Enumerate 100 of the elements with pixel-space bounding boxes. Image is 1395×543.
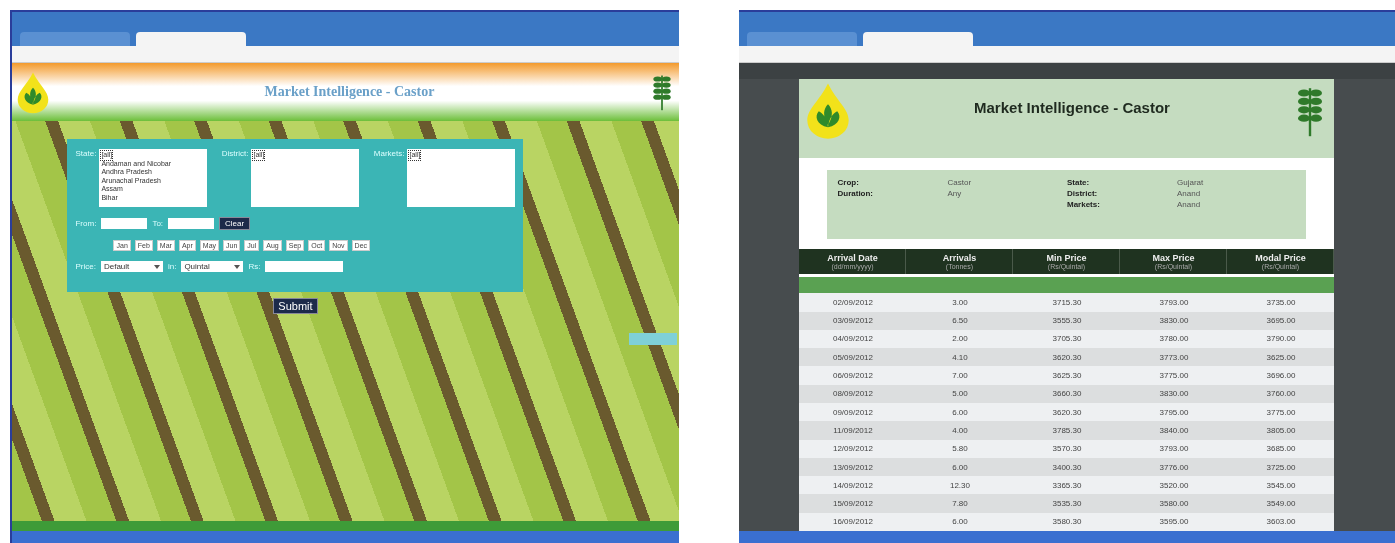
table-cell: 3400.30	[1052, 462, 1082, 472]
caret-icon	[153, 264, 160, 269]
feedback-tab[interactable]	[629, 333, 677, 345]
table-cell: 6.50	[952, 316, 968, 326]
table-cell: 3685.00	[1266, 444, 1296, 454]
table-cell: 3580.30	[1052, 517, 1082, 527]
submit-button[interactable]: Submit	[273, 298, 318, 314]
price-field[interactable]	[265, 261, 344, 272]
table-cell: 16/09/2012	[832, 517, 873, 527]
table-cell: 3830.00	[1159, 316, 1189, 326]
leaf-logo-icon	[16, 70, 50, 114]
table-cell: 3620.30	[1052, 407, 1082, 417]
table-cell: 3545.00	[1266, 480, 1296, 490]
table-cell: 3.00	[952, 297, 968, 307]
table-cell: 5.80	[952, 444, 968, 454]
info-value: Castor	[947, 177, 973, 187]
table-cell: 3705.30	[1052, 334, 1082, 344]
date-field[interactable]	[168, 218, 215, 229]
price-dropdown[interactable]: Default	[100, 261, 163, 272]
date-field[interactable]	[101, 218, 148, 229]
table-cell: 06/09/2012	[832, 371, 873, 381]
table-cell: 3570.30	[1052, 444, 1082, 454]
table-cell: 3520.00	[1159, 480, 1189, 490]
info-label: Crop:	[837, 177, 860, 187]
table-cell: 2.00	[952, 334, 968, 344]
column-title: Min Price	[1046, 253, 1087, 264]
table-cell: 3776.00	[1159, 462, 1189, 472]
table-cell: 6.00	[952, 517, 968, 527]
info-value: Any	[947, 188, 963, 198]
table-cell: 6.00	[952, 407, 968, 417]
table-cell: 02/09/2012	[832, 297, 873, 307]
field-label: From:	[75, 219, 97, 228]
info-value: Gujarat	[1177, 177, 1205, 187]
table-cell: 3773.00	[1159, 352, 1189, 362]
leaf-logo-icon	[805, 81, 852, 139]
table-cell: 3760.00	[1266, 389, 1296, 399]
table-cell: 08/09/2012	[832, 389, 873, 399]
table-cell: 3549.00	[1266, 499, 1296, 509]
field-label: Markets:	[373, 149, 405, 160]
table-cell: 4.00	[952, 425, 968, 435]
info-value: Anand	[1177, 199, 1202, 209]
browser-tab[interactable]	[747, 32, 857, 46]
table-cell: 3780.00	[1159, 334, 1189, 344]
table-cell: 7.80	[952, 499, 968, 509]
table-cell: 14/09/2012	[832, 480, 873, 490]
table-cell: 7.00	[952, 371, 968, 381]
table-cell: 3696.00	[1266, 371, 1296, 381]
page-title: Market Intelligence - Castor	[264, 84, 435, 100]
caret-icon	[234, 264, 241, 269]
table-cell: 3775.00	[1159, 371, 1189, 381]
table-cell: 5.00	[952, 389, 968, 399]
table-cell: 05/09/2012	[832, 352, 873, 362]
table-cell: 3620.30	[1052, 352, 1082, 362]
address-bar[interactable]	[12, 46, 679, 63]
column-title: Max Price	[1152, 253, 1195, 264]
table-cell: 3535.30	[1052, 499, 1082, 509]
field-label: Price:	[75, 262, 96, 271]
field-label: Rs:	[248, 262, 261, 271]
table-cell: 12/09/2012	[832, 444, 873, 454]
column-title: Arrivals	[942, 253, 977, 264]
table-cell: 3555.30	[1052, 316, 1082, 326]
table-cell: 13/09/2012	[832, 462, 873, 472]
info-value: Anand	[1177, 188, 1202, 198]
column-title: Arrival Date	[827, 253, 878, 264]
table-cell: 3830.00	[1159, 389, 1189, 399]
table-cell: 3735.00	[1266, 297, 1296, 307]
table-cell: 3840.00	[1159, 425, 1189, 435]
browser-tab[interactable]	[20, 32, 130, 46]
table-cell: 3695.00	[1266, 316, 1296, 326]
table-cell: 3603.00	[1266, 517, 1296, 527]
browser-tab[interactable]	[136, 32, 246, 46]
field-label: in:	[167, 262, 177, 271]
table-cell: 4.10	[952, 352, 968, 362]
table-cell: 3715.30	[1052, 297, 1082, 307]
table-cell: 15/09/2012	[832, 499, 873, 509]
clear-button[interactable]: Clear	[219, 217, 251, 230]
table-cell: 03/09/2012	[832, 316, 873, 326]
address-bar[interactable]	[739, 46, 1395, 63]
table-cell: 3775.00	[1266, 407, 1296, 417]
table-cell: 3625.30	[1052, 371, 1082, 381]
table-cell: 3725.00	[1266, 462, 1296, 472]
table-cell: 3660.30	[1052, 389, 1082, 399]
field-label: District:	[221, 149, 249, 160]
info-label: Markets:	[1067, 199, 1101, 209]
table-cell: 3365.30	[1052, 480, 1082, 490]
browser-tab[interactable]	[863, 32, 973, 46]
field-label: State:	[75, 149, 97, 160]
report-title: Market Intelligence - Castor	[974, 99, 1170, 116]
table-cell: 3793.00	[1159, 297, 1189, 307]
table-cell: 04/09/2012	[832, 334, 873, 344]
table-cell: 11/09/2012	[833, 425, 873, 435]
table-cell: 3785.30	[1052, 425, 1082, 435]
table-cell: 3625.00	[1266, 352, 1296, 362]
info-label: Duration:	[837, 188, 875, 198]
column-title: Modal Price	[1255, 253, 1306, 264]
table-cell: 3595.00	[1159, 517, 1189, 527]
table-cell: 3793.00	[1159, 444, 1189, 454]
table-cell: 12.30	[949, 480, 970, 490]
table-cell: 3795.00	[1159, 407, 1189, 417]
unit-dropdown[interactable]: Quintal	[181, 261, 244, 272]
